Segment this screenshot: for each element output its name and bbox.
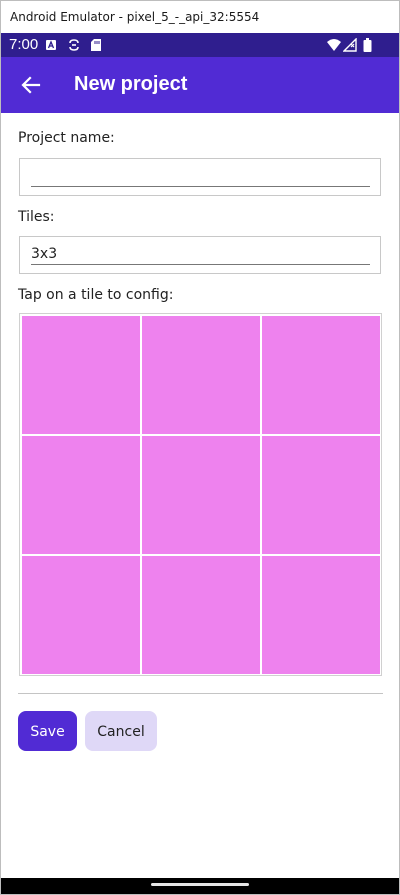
project-name-field[interactable] [19,158,381,196]
save-button[interactable]: Save [18,711,77,751]
tile-3-1[interactable] [22,556,140,674]
back-arrow-icon[interactable] [19,73,43,97]
cancel-button[interactable]: Cancel [85,711,157,751]
tile-1-3[interactable] [262,316,380,434]
tile-grid [19,313,382,676]
window-title: Android Emulator - pixel_5_-_api_32:5554 [1,1,399,33]
battery-icon [363,38,372,52]
tap-instruction-label: Tap on a tile to config: [18,287,174,303]
app-notification-icon [46,40,56,50]
sync-icon [69,39,79,51]
tiles-value: 3x3 [31,246,58,262]
tile-2-2[interactable] [142,436,260,554]
input-underline [31,264,370,265]
tile-1-2[interactable] [142,316,260,434]
tiles-field[interactable]: 3x3 [19,236,381,274]
app-bar: New project [1,57,399,113]
navigation-bar [1,878,399,894]
signal-icon [343,38,357,52]
page-title: New project [74,73,188,95]
tile-3-2[interactable] [142,556,260,674]
status-time: 7:00 [9,36,39,53]
sd-card-icon [91,39,101,51]
wifi-icon [327,39,341,51]
tile-2-1[interactable] [22,436,140,554]
home-gesture-handle[interactable] [151,883,249,886]
tile-2-3[interactable] [262,436,380,554]
project-name-label: Project name: [18,130,115,146]
tile-3-3[interactable] [262,556,380,674]
tile-1-1[interactable] [22,316,140,434]
status-bar: 7:00 [1,33,399,57]
tiles-label: Tiles: [18,209,55,225]
emulator-window: Android Emulator - pixel_5_-_api_32:5554… [0,0,400,895]
divider [18,693,383,694]
input-underline [31,186,370,187]
